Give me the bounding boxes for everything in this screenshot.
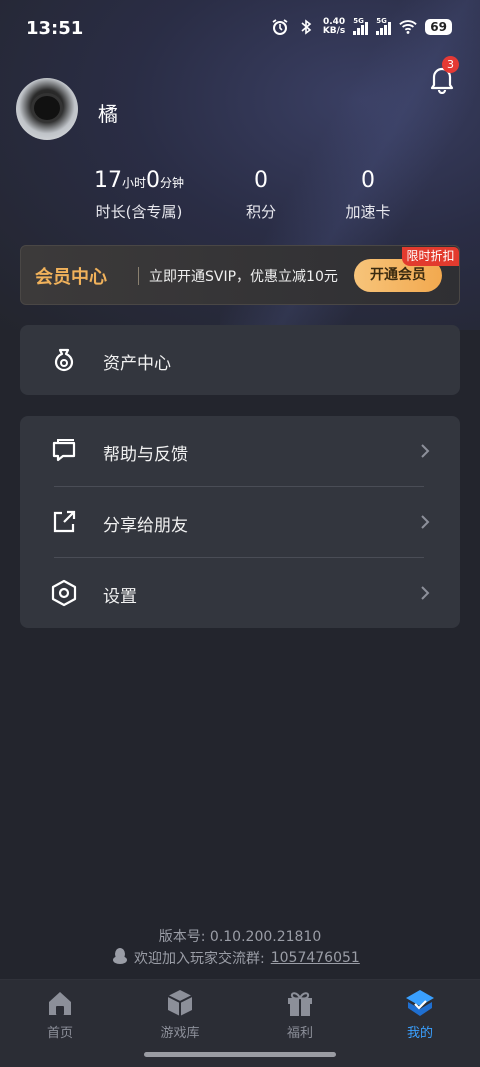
boost-label: 加速卡 bbox=[345, 203, 391, 221]
tab-label-home: 首页 bbox=[46, 1026, 73, 1041]
stat-boost-cards[interactable]: 0 加速卡 bbox=[328, 168, 408, 222]
duration-label: 时长(含专属) bbox=[95, 203, 183, 221]
chevron-right-icon bbox=[418, 585, 432, 601]
points-value: 0 bbox=[254, 168, 268, 193]
menu-item-help[interactable]: 帮助与反馈 bbox=[20, 416, 460, 486]
share-icon bbox=[50, 508, 78, 536]
net-speed-unit: KB/s bbox=[322, 26, 346, 36]
status-icons: 0.40 KB/s 5G 5G 69 bbox=[271, 17, 452, 36]
notification-badge: 3 bbox=[442, 56, 459, 73]
signal-icon: 5G bbox=[353, 17, 369, 35]
qq-penguin-icon bbox=[112, 947, 128, 969]
vip-banner[interactable]: 会员中心 立即开通SVIP，优惠立减10元 开通会员 限时折扣 bbox=[20, 245, 460, 305]
profile-logo-icon bbox=[403, 988, 437, 1018]
gift-icon bbox=[283, 988, 317, 1018]
menu-label-share: 分享给朋友 bbox=[103, 516, 188, 536]
chevron-right-icon bbox=[418, 443, 432, 459]
status-time: 13:51 bbox=[26, 18, 84, 39]
vip-description: 立即开通SVIP，优惠立减10元 bbox=[149, 269, 338, 285]
wifi-icon bbox=[399, 18, 418, 36]
stat-duration[interactable]: 17小时0分钟 时长(含专属) bbox=[84, 168, 194, 222]
home-icon bbox=[43, 988, 77, 1018]
assets-card: 资产中心 bbox=[20, 325, 460, 395]
chevron-right-icon bbox=[418, 514, 432, 530]
group-number-link[interactable]: 1057476051 bbox=[271, 950, 360, 966]
vip-divider bbox=[138, 267, 139, 285]
menu-label-assets: 资产中心 bbox=[103, 354, 171, 374]
menu-item-share[interactable]: 分享给朋友 bbox=[20, 487, 460, 557]
signal-icon-2: 5G bbox=[376, 17, 392, 35]
limited-discount-tag: 限时折扣 bbox=[402, 247, 459, 266]
feedback-chat-icon bbox=[50, 437, 78, 465]
player-group: 欢迎加入玩家交流群: 1057476051 bbox=[112, 947, 360, 969]
signal-tag: 5G bbox=[353, 17, 364, 25]
money-bag-icon bbox=[50, 346, 78, 374]
group-label: 欢迎加入玩家交流群: bbox=[134, 951, 265, 967]
username[interactable]: 橘 bbox=[98, 98, 118, 127]
menu-label-settings: 设置 bbox=[103, 587, 137, 607]
home-indicator bbox=[144, 1052, 336, 1057]
signal-tag-2: 5G bbox=[376, 17, 387, 25]
tab-label-mine: 我的 bbox=[406, 1026, 433, 1041]
duration-hours: 17 bbox=[93, 168, 122, 193]
battery-indicator: 69 bbox=[425, 19, 452, 35]
alarm-icon bbox=[271, 18, 289, 36]
net-speed: 0.40 KB/s bbox=[323, 18, 345, 36]
points-label: 积分 bbox=[245, 203, 276, 221]
tab-welfare[interactable]: 福利 bbox=[260, 988, 340, 1041]
menu-item-settings[interactable]: 设置 bbox=[20, 558, 460, 628]
minutes-unit: 分钟 bbox=[160, 176, 185, 190]
tab-home[interactable]: 首页 bbox=[20, 988, 100, 1041]
tab-label-welfare: 福利 bbox=[286, 1026, 313, 1041]
stat-points[interactable]: 0 积分 bbox=[226, 168, 296, 222]
version-text: 版本号: 0.10.200.21810 bbox=[158, 929, 322, 945]
bluetooth-icon bbox=[297, 18, 315, 36]
settings-hexagon-icon bbox=[50, 579, 78, 607]
duration-minutes: 0 bbox=[146, 168, 160, 193]
menu-label-help: 帮助与反馈 bbox=[103, 445, 188, 465]
cube-icon bbox=[163, 988, 197, 1018]
tab-mine[interactable]: 我的 bbox=[380, 988, 460, 1041]
status-bar: 13:51 0.40 KB/s 5G 5G 69 bbox=[0, 0, 480, 60]
avatar[interactable] bbox=[16, 78, 78, 140]
menu-item-assets[interactable]: 资产中心 bbox=[20, 325, 460, 395]
menu-card: 帮助与反馈 分享给朋友 设置 bbox=[20, 416, 460, 628]
tab-label-games: 游戏库 bbox=[160, 1026, 200, 1041]
tab-games[interactable]: 游戏库 bbox=[140, 988, 220, 1041]
vip-title: 会员中心 bbox=[35, 267, 107, 288]
boost-value: 0 bbox=[361, 168, 375, 193]
hours-unit: 小时 bbox=[121, 176, 146, 190]
